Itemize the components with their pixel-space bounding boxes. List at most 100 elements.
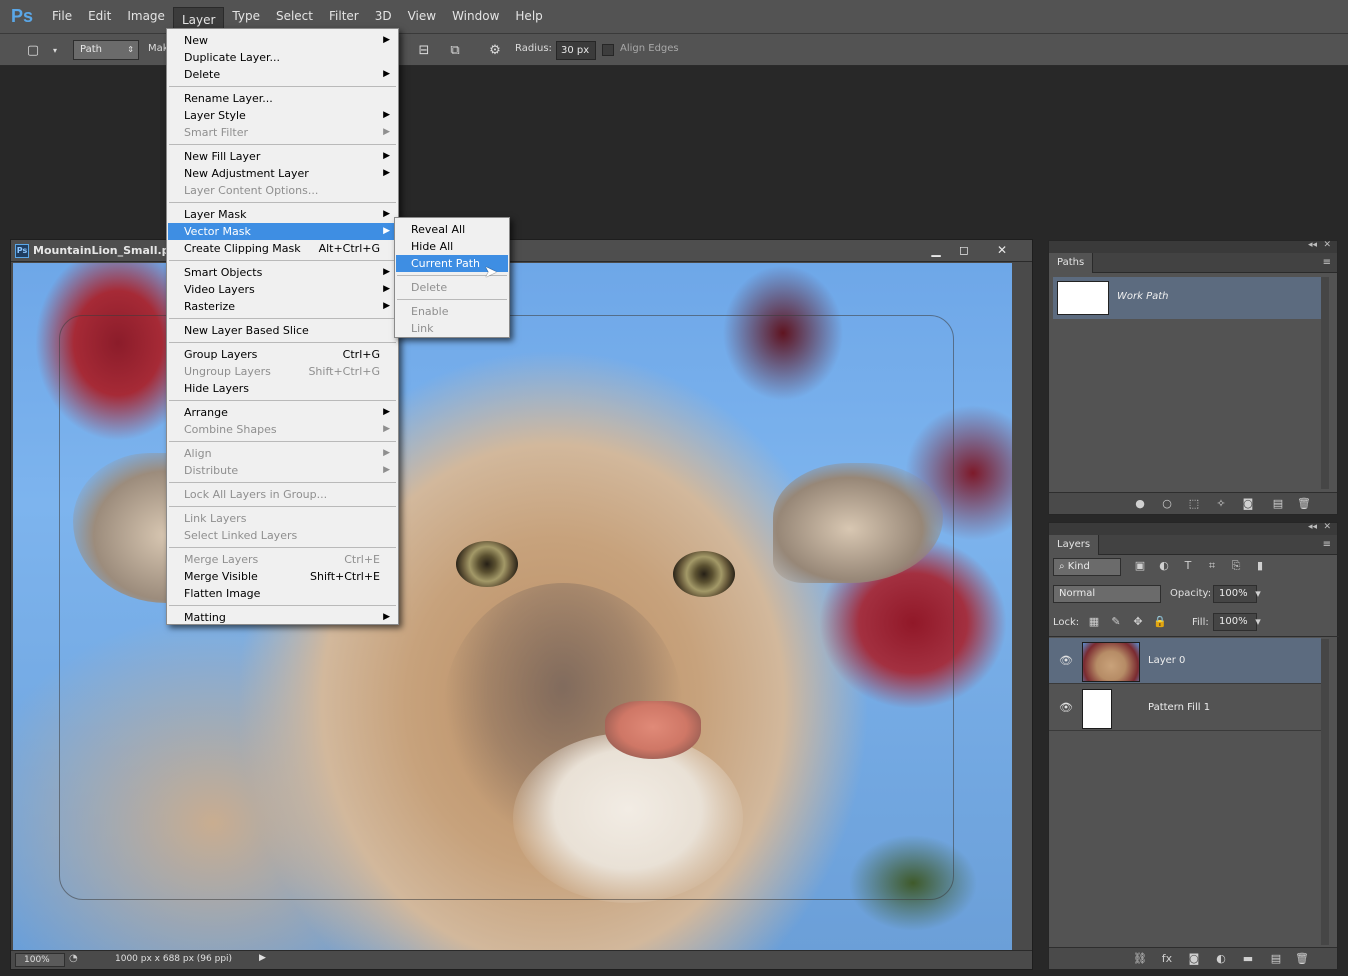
gear-icon[interactable]: ⚙	[486, 42, 504, 60]
new-adjustment-layer-icon[interactable]: ◐	[1214, 952, 1228, 966]
menu-item-select-linked-layers[interactable]: Select Linked Layers	[168, 527, 397, 544]
menu-item-merge-layers[interactable]: Merge Layers Ctrl+E	[168, 551, 397, 568]
image-canvas[interactable]	[13, 263, 1012, 951]
status-icon[interactable]: ◔	[69, 953, 78, 964]
eye-icon[interactable]: 👁	[1059, 654, 1073, 667]
menu-item-hide-layers[interactable]: Hide Layers	[168, 380, 397, 397]
load-path-as-selection-icon[interactable]: ⬚	[1187, 497, 1201, 511]
radius-input[interactable]: 30 px	[556, 41, 596, 60]
submenu-item-hide-all[interactable]: Hide All	[396, 238, 508, 255]
fill-chevron-icon[interactable]: ▾	[1251, 615, 1265, 629]
tab-paths[interactable]: Paths	[1049, 253, 1094, 273]
add-layer-mask-icon[interactable]: ◙	[1187, 952, 1201, 966]
link-layers-icon[interactable]: ⛓	[1133, 952, 1147, 966]
filter-toggle-icon[interactable]: ▮	[1253, 559, 1267, 573]
eye-icon[interactable]: 👁	[1059, 701, 1073, 714]
shape-layer-filter-icon[interactable]: ⌗	[1205, 559, 1219, 573]
menu-help[interactable]: Help	[507, 0, 550, 33]
menu-item-smart-filter[interactable]: Smart Filter ▶	[168, 124, 397, 141]
menu-item-merge-visible[interactable]: Merge Visible Shift+Ctrl+E	[168, 568, 397, 585]
align-edges-checkbox[interactable]	[602, 44, 614, 56]
menu-item-new-adjustment-layer[interactable]: New Adjustment Layer ▶	[168, 165, 397, 182]
submenu-item-delete[interactable]: Delete	[396, 279, 508, 296]
rounded-rectangle-tool-icon[interactable]: ▢	[24, 42, 42, 60]
smart-object-filter-icon[interactable]: ⎘	[1229, 559, 1243, 573]
menu-item-lock-all-layers-in-group[interactable]: Lock All Layers in Group...	[168, 486, 397, 503]
new-layer-icon[interactable]: ▤	[1269, 952, 1283, 966]
fill-path-icon[interactable]: ●	[1133, 497, 1147, 511]
menu-item-vector-mask[interactable]: Vector Mask ▶	[168, 223, 397, 240]
close-icon[interactable]: ✕	[990, 242, 1014, 258]
submenu-item-reveal-all[interactable]: Reveal All	[396, 221, 508, 238]
opacity-chevron-icon[interactable]: ▾	[1251, 587, 1265, 601]
menu-item-new-layer-based-slice[interactable]: New Layer Based Slice	[168, 322, 397, 339]
lock-transparent-pixels-icon[interactable]: ▦	[1087, 615, 1101, 629]
lock-all-icon[interactable]: 🔒	[1153, 615, 1167, 629]
menu-item-layer-content-options[interactable]: Layer Content Options...	[168, 182, 397, 199]
stroke-path-icon[interactable]: ○	[1160, 497, 1174, 511]
minimize-icon[interactable]: ▁	[924, 242, 948, 258]
menu-item-rename-layer[interactable]: Rename Layer...	[168, 90, 397, 107]
lock-image-pixels-icon[interactable]: ✎	[1109, 615, 1123, 629]
menu-file[interactable]: File	[44, 0, 80, 33]
adjustment-layer-filter-icon[interactable]: ◐	[1157, 559, 1171, 573]
paths-scrollbar[interactable]	[1321, 277, 1329, 489]
layer-row-pattern-fill-1[interactable]: 👁 Pattern Fill 1	[1049, 685, 1321, 731]
menu-item-new-fill-layer[interactable]: New Fill Layer ▶	[168, 148, 397, 165]
layer-style-fx-icon[interactable]: fx	[1160, 952, 1174, 966]
add-mask-icon[interactable]: ◙	[1241, 497, 1255, 511]
menu-edit[interactable]: Edit	[80, 0, 119, 33]
menu-item-delete[interactable]: Delete ▶	[168, 66, 397, 83]
layer-row-layer-0[interactable]: 👁 Layer 0	[1049, 638, 1321, 684]
collapse-panel-icon[interactable]: ◂◂	[1308, 240, 1317, 250]
tool-preset-chevron-icon[interactable]: ▾	[46, 42, 64, 60]
layers-scrollbar[interactable]	[1321, 639, 1329, 945]
menu-item-arrange[interactable]: Arrange ▶	[168, 404, 397, 421]
submenu-item-link[interactable]: Link	[396, 320, 508, 337]
menu-item-combine-shapes[interactable]: Combine Shapes ▶	[168, 421, 397, 438]
menu-item-create-clipping-mask[interactable]: Create Clipping Mask Alt+Ctrl+G	[168, 240, 397, 257]
path-item-work-path[interactable]: Work Path	[1053, 277, 1321, 319]
menu-item-link-layers[interactable]: Link Layers	[168, 510, 397, 527]
submenu-item-enable[interactable]: Enable	[396, 303, 508, 320]
tab-layers[interactable]: Layers	[1049, 535, 1100, 555]
menu-item-flatten-image[interactable]: Flatten Image	[168, 585, 397, 602]
menu-item-align[interactable]: Align ▶	[168, 445, 397, 462]
path-alignment-icon[interactable]: ⊟	[415, 42, 433, 60]
menu-item-layer-style[interactable]: Layer Style ▶	[168, 107, 397, 124]
menu-image[interactable]: Image	[119, 0, 173, 33]
trash-icon[interactable]: 🗑	[1297, 497, 1311, 511]
status-menu-arrow-icon[interactable]: ▶	[259, 953, 266, 963]
menu-item-group-layers[interactable]: Group Layers Ctrl+G	[168, 346, 397, 363]
menu-item-layer-mask[interactable]: Layer Mask ▶	[168, 206, 397, 223]
panel-menu-icon[interactable]: ≡	[1323, 257, 1331, 268]
menu-item-new[interactable]: New ▶	[168, 32, 397, 49]
new-group-icon[interactable]: ▬	[1241, 952, 1255, 966]
menu-item-rasterize[interactable]: Rasterize ▶	[168, 298, 397, 315]
menu-item-smart-objects[interactable]: Smart Objects ▶	[168, 264, 397, 281]
collapse-panel-icon[interactable]: ◂◂	[1308, 522, 1317, 532]
make-work-path-icon[interactable]: ✧	[1214, 497, 1228, 511]
menu-item-matting[interactable]: Matting ▶	[168, 609, 397, 626]
tool-mode-dropdown[interactable]: Path ⇕	[73, 40, 139, 60]
layer-filter-dropdown[interactable]: ⌕ Kind	[1053, 558, 1121, 576]
menu-item-distribute[interactable]: Distribute ▶	[168, 462, 397, 479]
lock-position-icon[interactable]: ✥	[1131, 615, 1145, 629]
new-path-icon[interactable]: ▤	[1271, 497, 1285, 511]
blend-mode-dropdown[interactable]: Normal	[1053, 585, 1161, 603]
close-panel-icon[interactable]: ✕	[1323, 522, 1331, 532]
pixel-layer-filter-icon[interactable]: ▣	[1133, 559, 1147, 573]
path-arrangement-icon[interactable]: ⧉	[446, 42, 464, 60]
menu-view[interactable]: View	[400, 0, 444, 33]
menu-item-video-layers[interactable]: Video Layers ▶	[168, 281, 397, 298]
menu-item-ungroup-layers[interactable]: Ungroup Layers Shift+Ctrl+G	[168, 363, 397, 380]
type-layer-filter-icon[interactable]: T	[1181, 559, 1195, 573]
menu-window[interactable]: Window	[444, 0, 507, 33]
trash-icon[interactable]: 🗑	[1295, 952, 1309, 966]
panel-menu-icon[interactable]: ≡	[1323, 539, 1331, 550]
maximize-icon[interactable]: ◻	[952, 242, 976, 258]
close-panel-icon[interactable]: ✕	[1323, 240, 1331, 250]
menu-item-duplicate-layer[interactable]: Duplicate Layer...	[168, 49, 397, 66]
document-titlebar[interactable]: Ps MountainLion_Small.psd ▁ ◻ ✕	[11, 240, 1032, 262]
zoom-field[interactable]: 100%	[15, 953, 65, 967]
